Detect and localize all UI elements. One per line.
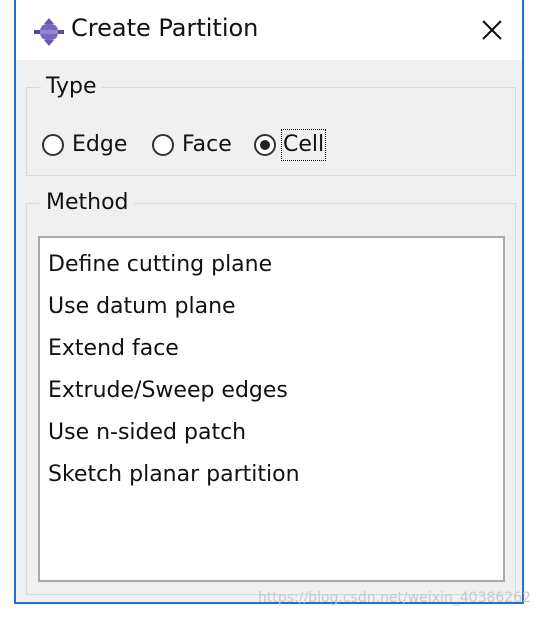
type-legend: Type (41, 73, 102, 101)
method-item-extrude-sweep-edges[interactable]: Extrude/Sweep edges (40, 370, 503, 412)
radio-cell-button[interactable] (254, 134, 276, 156)
radio-edge-button[interactable] (42, 134, 64, 156)
radio-cell-label[interactable]: Cell (280, 129, 327, 161)
method-item-extend-face[interactable]: Extend face (40, 328, 503, 370)
method-groupbox: Method Define cutting plane Use datum pl… (26, 189, 516, 595)
method-listbox[interactable]: Define cutting plane Use datum plane Ext… (38, 236, 505, 582)
create-partition-dialog: Create Partition Type Edge Face Cell Met… (14, 0, 524, 604)
method-item-define-cutting-plane[interactable]: Define cutting plane (40, 244, 503, 286)
radio-face-button[interactable] (152, 134, 174, 156)
radio-face[interactable]: Face (152, 128, 232, 162)
radio-edge-label[interactable]: Edge (72, 130, 127, 160)
dialog-title: Create Partition (71, 14, 259, 42)
radio-cell[interactable]: Cell (254, 128, 327, 162)
radio-face-label[interactable]: Face (182, 130, 232, 160)
watermark-text: https://blog.csdn.net/weixin_40386262 (258, 590, 532, 606)
method-legend: Method (41, 189, 134, 217)
type-groupbox: Type Edge Face Cell (26, 73, 516, 176)
radio-edge[interactable]: Edge (42, 128, 127, 162)
partition-tool-icon (34, 18, 64, 46)
close-icon[interactable] (470, 8, 514, 52)
method-item-use-n-sided-patch[interactable]: Use n-sided patch (40, 412, 503, 454)
method-item-sketch-planar-partition[interactable]: Sketch planar partition (40, 454, 503, 496)
method-item-use-datum-plane[interactable]: Use datum plane (40, 286, 503, 328)
title-bar[interactable]: Create Partition (16, 0, 522, 60)
